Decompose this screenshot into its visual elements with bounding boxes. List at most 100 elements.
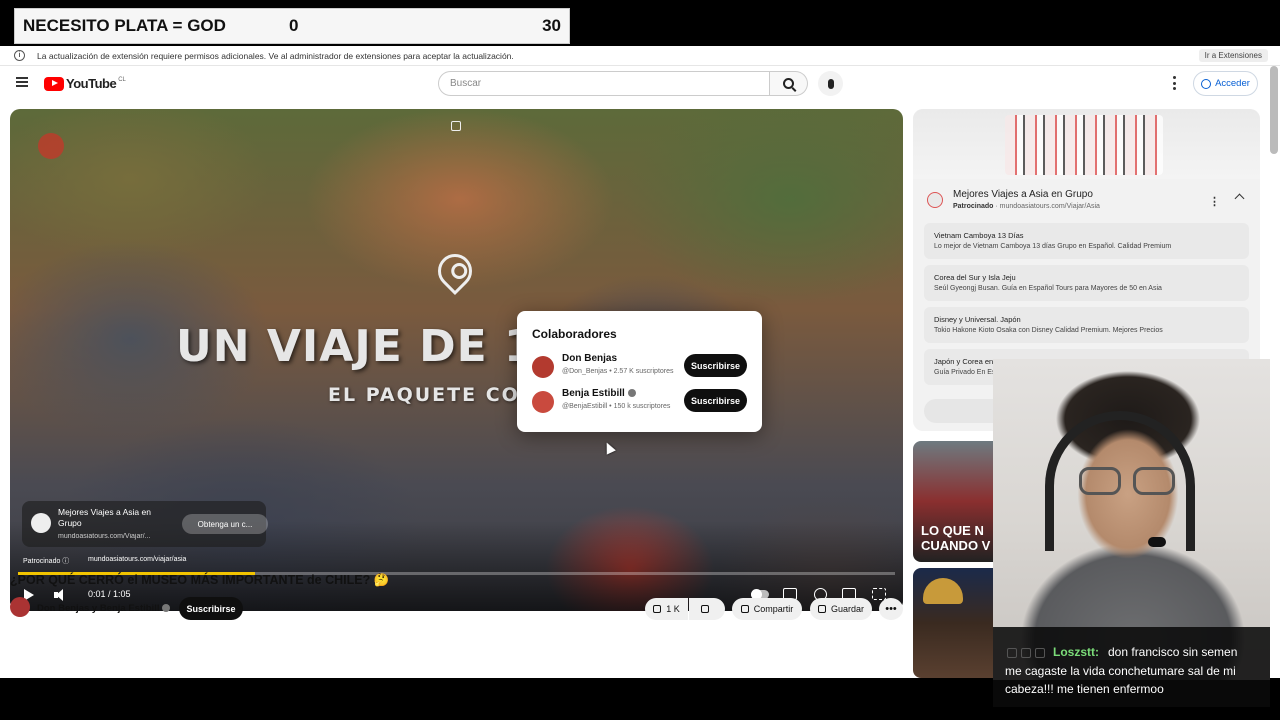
chat-badges — [1007, 648, 1045, 658]
chat-message-overlay: Loszstt: don francisco sin semen me caga… — [993, 627, 1270, 707]
volume-icon[interactable] — [54, 589, 66, 601]
chat-message-line: me cagaste la vida conchetumare sal de m… — [1005, 664, 1236, 678]
save-button[interactable]: Guardar — [810, 598, 872, 620]
bottom-black-strip — [0, 678, 993, 720]
thumbnail-text: LO QUE N CUANDO V — [921, 523, 990, 553]
like-button[interactable]: 1 K — [645, 598, 688, 620]
ad-sitelink[interactable]: Vietnam Camboya 13 Días Lo mejor de Viet… — [924, 223, 1249, 259]
collaborator-avatar[interactable] — [532, 391, 554, 413]
share-arrow-icon — [740, 605, 749, 613]
ad-banner-group-photo — [1005, 115, 1163, 175]
search-input[interactable]: Buscar — [438, 71, 770, 96]
page-scrollbar[interactable] — [1270, 66, 1278, 154]
sign-in-label: Acceder — [1215, 78, 1250, 89]
collaborator-subscribers: @BenjaEstibill • 150 k suscriptores — [562, 403, 671, 410]
ad-options-icon[interactable]: ⋮ — [1209, 195, 1220, 208]
more-options-icon[interactable] — [1172, 76, 1176, 90]
ad-banner-image[interactable] — [913, 109, 1260, 179]
player-ad-card[interactable]: Mejores Viajes a Asia en Grupo mundoasia… — [22, 501, 268, 547]
stream-goal-bar: NECESITO PLATA = GOD 0 30 — [0, 0, 1280, 46]
extension-notice-bar: i La actualización de extensión requiere… — [0, 46, 1280, 66]
ad-card-url: mundoasiatours.com/Viajar/... — [58, 533, 151, 540]
thumbnail-text-line: CUANDO V — [921, 538, 991, 553]
collaborator-subscribers: @Don_Benjas • 2.57 K suscriptores — [562, 368, 674, 375]
collaborator-name-text: Benja Estibill — [562, 388, 625, 399]
chat-badge-icon — [1007, 648, 1017, 658]
go-to-extensions-button[interactable]: Ir a Extensiones — [1198, 49, 1268, 62]
chat-message-line: cabeza!!! me tienen enfermoo — [1005, 682, 1164, 696]
headset-microphone — [1148, 537, 1166, 547]
search-icon — [783, 78, 794, 89]
collaborator-name[interactable]: Benja Estibill — [562, 388, 636, 399]
glasses-lens — [1079, 467, 1121, 495]
more-actions-button[interactable]: ••• — [879, 598, 903, 620]
collaborator-name[interactable]: Don Benjas — [562, 353, 617, 364]
location-pin-icon — [430, 246, 480, 296]
recommended-video-thumbnail[interactable]: LO QUE N CUANDO V — [913, 441, 1003, 562]
sign-in-button[interactable]: Acceder — [1193, 71, 1258, 96]
goal-current: 0 — [289, 16, 299, 35]
sidebar-ad-meta: Patrocinado · mundoasiatours.com/Viajar/… — [953, 203, 1100, 210]
microphone-icon — [827, 78, 834, 89]
ad-cta-button[interactable]: Obtenga un c... — [182, 514, 268, 534]
chat-badge-icon — [1035, 648, 1045, 658]
user-circle-icon — [1201, 78, 1212, 89]
channel-watermark-icon — [38, 133, 64, 159]
chevron-up-icon[interactable] — [1234, 193, 1245, 204]
ad-sitelink[interactable]: Disney y Universal. Japón Tokio Hakone K… — [924, 307, 1249, 343]
youtube-logo-text: YouTube — [66, 76, 117, 91]
save-label: Guardar — [830, 604, 865, 614]
verified-badge-icon — [162, 604, 171, 612]
ad-sitelink[interactable]: Corea del Sur y Isla Jeju Seúl Gyeongj B… — [924, 265, 1249, 301]
advertiser-avatar — [31, 513, 51, 533]
channel-name[interactable]: Don Benjas y Benja Estibill — [37, 603, 171, 614]
search-placeholder: Buscar — [450, 78, 482, 89]
ad-sitelink-desc: Seúl Gyeongj Busan. Guía en Español Tour… — [934, 285, 1162, 292]
youtube-logo[interactable]: YouTube CL — [44, 76, 126, 91]
fullscreen-icon[interactable] — [872, 588, 886, 600]
collaborator-row[interactable]: Don Benjas @Don_Benjas • 2.57 K suscript… — [532, 353, 748, 383]
info-icon: i — [14, 50, 25, 61]
goal-title: NECESITO PLATA = GOD — [23, 16, 226, 35]
ad-sitelink-desc: Lo mejor de Vietnam Camboya 13 días Grup… — [934, 243, 1172, 250]
ad-card-title: Mejores Viajes a Asia en Grupo — [58, 507, 151, 528]
collaborator-avatar[interactable] — [532, 356, 554, 378]
dislike-button[interactable] — [689, 598, 725, 620]
channel-name-text: Don Benjas y Benja Estibill — [37, 603, 160, 614]
collaborator-subscribe-button[interactable]: Suscribirse — [684, 389, 747, 412]
ad-sitelink-title: Vietnam Camboya 13 Días — [934, 231, 1024, 240]
collaborator-row[interactable]: Benja Estibill @BenjaEstibill • 150 k su… — [532, 388, 748, 418]
thumbs-down-icon — [700, 605, 709, 613]
goal-target: 30 — [542, 16, 561, 35]
search-button[interactable] — [770, 71, 808, 96]
advertiser-logo-icon — [927, 192, 943, 208]
ad-sitelink-desc: Tokio Hakone Kioto Osaka con Disney Cali… — [934, 327, 1163, 334]
recommended-video-thumbnail[interactable] — [913, 568, 1003, 678]
youtube-play-logo-icon — [44, 76, 64, 91]
sponsored-label[interactable]: Patrocinado ⓘ — [23, 556, 69, 566]
chat-username: Loszstt: — [1053, 645, 1099, 659]
sponsored-url[interactable]: mundoasiatours.com/viajar/asia — [88, 556, 186, 563]
subscribe-button[interactable]: Suscribirse — [179, 597, 243, 620]
copy-link-icon[interactable] — [451, 121, 461, 131]
voice-search-button[interactable] — [818, 71, 843, 96]
collaborators-popup: Colaboradores Don Benjas @Don_Benjas • 2… — [517, 311, 762, 432]
video-player[interactable]: UN VIAJE DE 10 DÍ EL PAQUETE COM Mejores… — [10, 109, 903, 611]
ad-sitelink-title: Disney y Universal. Japón — [934, 315, 1021, 324]
hamburger-menu-icon[interactable] — [16, 77, 28, 87]
video-overlay-subtitle: EL PAQUETE COM — [328, 384, 541, 406]
collaborator-subscribe-button[interactable]: Suscribirse — [684, 354, 747, 377]
channel-avatar[interactable] — [10, 597, 30, 617]
verified-badge-icon — [627, 389, 636, 397]
thumbnail-text-line: LO QUE N — [921, 523, 984, 538]
share-button[interactable]: Compartir — [732, 598, 802, 620]
video-title: ¿POR QUÉ CERRÓ el MUSEO MÁS IMPORTANTE d… — [10, 573, 390, 587]
chat-message-line: don francisco sin semen — [1108, 645, 1238, 659]
sidebar-ad-url: · mundoasiatours.com/Viajar/Asia — [995, 203, 1100, 210]
youtube-logo-region: CL — [118, 76, 126, 83]
share-label: Compartir — [753, 604, 794, 614]
thumbs-up-icon — [653, 605, 662, 613]
chat-badge-icon — [1021, 648, 1031, 658]
glasses-lens — [1133, 467, 1175, 495]
sidebar-ad-title[interactable]: Mejores Viajes a Asia en Grupo — [953, 189, 1093, 200]
